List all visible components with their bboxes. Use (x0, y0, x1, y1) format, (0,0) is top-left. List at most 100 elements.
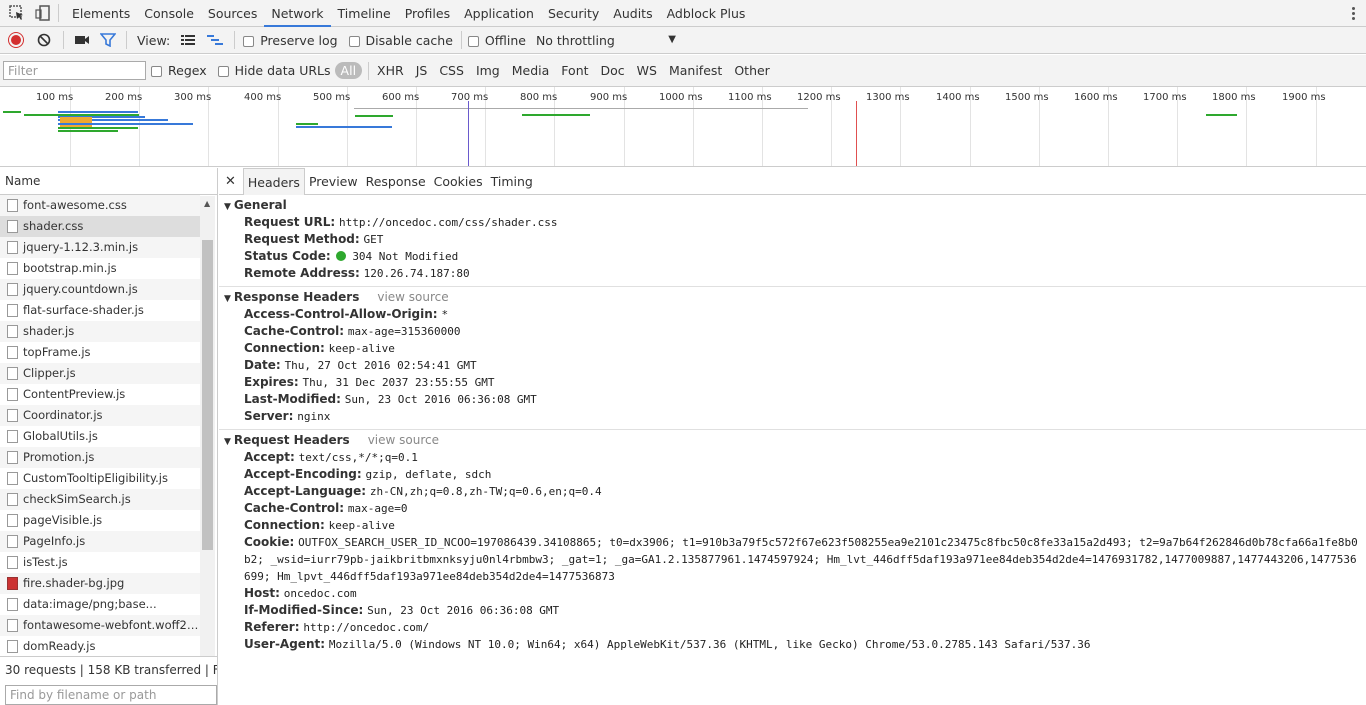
request-row[interactable]: jquery-1.12.3.min.js (0, 237, 200, 258)
find-by-filename-input[interactable]: Find by filename or path (5, 685, 217, 705)
request-row[interactable]: shader.js (0, 321, 200, 342)
filter-type-xhr[interactable]: XHR (371, 63, 410, 78)
request-row[interactable]: fontawesome-webfont.woff2?v=4... (0, 615, 200, 636)
waterfall-bar (58, 123, 193, 125)
response-headers-section: ▼ Response Headers view source Access-Cont… (219, 289, 1366, 425)
request-row[interactable]: checkSimSearch.js (0, 489, 200, 510)
request-list-scrollbar[interactable]: ▲ (200, 196, 215, 656)
filter-type-js[interactable]: JS (410, 63, 434, 78)
document-file-icon (7, 535, 18, 548)
request-row[interactable]: data:image/png;base... (0, 594, 200, 615)
tab-response[interactable]: Response (362, 168, 430, 195)
request-row[interactable]: Clipper.js (0, 363, 200, 384)
filter-type-all[interactable]: All (334, 62, 363, 79)
request-row[interactable]: domReady.js (0, 636, 200, 657)
filter-bar: Filter Regex Hide data URLs All XHR JS C… (0, 55, 1366, 87)
request-name: shader.js (23, 324, 75, 338)
tab-cookies[interactable]: Cookies (430, 168, 487, 195)
request-row[interactable]: pageVisible.js (0, 510, 200, 531)
scrollbar-thumb[interactable] (202, 240, 213, 550)
record-icon[interactable] (9, 33, 23, 47)
hide-data-urls-checkbox[interactable]: Hide data URLs (217, 63, 331, 78)
preserve-log-checkbox[interactable]: Preserve log (243, 32, 338, 48)
filter-type-media[interactable]: Media (506, 63, 556, 78)
request-row[interactable]: flat-surface-shader.js (0, 300, 200, 321)
request-row[interactable]: fire.shader-bg.jpg (0, 573, 200, 594)
header-value: zh-CN,zh;q=0.8,zh-TW;q=0.6,en;q=0.4 (369, 485, 602, 498)
request-row[interactable]: jquery.countdown.js (0, 279, 200, 300)
request-row[interactable]: topFrame.js (0, 342, 200, 363)
header-value: Thu, 27 Oct 2016 02:54:41 GMT (284, 359, 477, 372)
filter-type-doc[interactable]: Doc (595, 63, 631, 78)
offline-checkbox[interactable]: Offline (467, 33, 526, 48)
tab-preview[interactable]: Preview (305, 168, 362, 195)
request-name: isTest.js (23, 555, 68, 569)
large-rows-icon[interactable] (180, 33, 196, 47)
request-row[interactable]: PageInfo.js (0, 531, 200, 552)
preserve-log-label: Preserve log (260, 32, 338, 48)
header-value: Sun, 23 Oct 2016 06:36:08 GMT (367, 604, 560, 617)
tab-sources[interactable]: Sources (201, 0, 264, 27)
clear-icon[interactable] (37, 33, 51, 47)
waterfall-bar (58, 111, 138, 113)
document-file-icon (7, 220, 18, 233)
tab-security[interactable]: Security (541, 0, 606, 27)
filter-type-manifest[interactable]: Manifest (663, 63, 728, 78)
more-options-icon[interactable] (1352, 5, 1356, 21)
device-mode-icon[interactable] (34, 4, 52, 22)
waterfall-overview-icon[interactable] (206, 33, 224, 47)
regex-checkbox[interactable]: Regex (151, 63, 207, 78)
request-row[interactable]: font-awesome.css (0, 195, 200, 216)
close-icon[interactable]: ✕ (225, 174, 236, 189)
request-row[interactable]: shader.css (0, 216, 200, 237)
filter-type-img[interactable]: Img (470, 63, 506, 78)
tab-audits[interactable]: Audits (606, 0, 659, 27)
view-source-link[interactable]: view source (377, 290, 448, 304)
tab-console[interactable]: Console (137, 0, 201, 27)
separator (126, 31, 127, 49)
inspect-element-icon[interactable] (8, 4, 26, 22)
request-row[interactable]: ContentPreview.js (0, 384, 200, 405)
header-name: User-Agent: (244, 637, 326, 651)
document-file-icon (7, 199, 18, 212)
view-source-link[interactable]: view source (368, 433, 439, 447)
tab-timeline[interactable]: Timeline (331, 0, 398, 27)
network-overview-timeline[interactable]: 100 ms 200 ms 300 ms 400 ms 500 ms 600 ms 700 … (0, 87, 1366, 167)
header-value: OUTFOX_SEARCH_USER_ID_NCOO=197086439.341… (244, 536, 1358, 583)
timeline-tick-label: 1500 ms (1005, 92, 1049, 103)
request-row[interactable]: Promotion.js (0, 447, 200, 468)
waterfall-bar (296, 123, 318, 125)
filter-icon[interactable] (99, 33, 117, 48)
waterfall-bar (354, 108, 808, 109)
tab-elements[interactable]: Elements (65, 0, 137, 27)
filter-type-css[interactable]: CSS (433, 63, 470, 78)
filter-input[interactable]: Filter (3, 61, 146, 80)
tab-adblock-plus[interactable]: Adblock Plus (660, 0, 753, 27)
tab-profiles[interactable]: Profiles (398, 0, 457, 27)
scroll-up-arrow-icon[interactable]: ▲ (204, 199, 210, 208)
tab-network[interactable]: Network (264, 0, 331, 27)
request-row[interactable]: Coordinator.js (0, 405, 200, 426)
request-name: shader.css (23, 219, 84, 233)
throttling-select[interactable]: No throttling ▼ (536, 33, 676, 48)
request-row[interactable]: isTest.js (0, 552, 200, 573)
disable-cache-checkbox[interactable]: Disable cache (348, 33, 453, 48)
request-row[interactable]: GlobalUtils.js (0, 426, 200, 447)
request-row[interactable]: CustomTooltipEligibility.js (0, 468, 200, 489)
name-column-header[interactable]: Name (0, 168, 217, 195)
tab-headers[interactable]: Headers (242, 167, 305, 195)
filter-type-other[interactable]: Other (728, 63, 776, 78)
tab-application[interactable]: Application (457, 0, 541, 27)
request-row[interactable]: bootstrap.min.js (0, 258, 200, 279)
timeline-tick-label: 1200 ms (797, 92, 841, 103)
filter-type-ws[interactable]: WS (631, 63, 663, 78)
response-headers-header[interactable]: ▼ Response Headers view source (224, 289, 1366, 306)
request-headers-header[interactable]: ▼ Request Headers view source (224, 432, 1366, 449)
capture-screenshots-icon[interactable] (74, 33, 90, 47)
header-value: Mozilla/5.0 (Windows NT 10.0; Win64; x64… (328, 638, 1091, 651)
waterfall-bar (58, 127, 138, 129)
filter-type-font[interactable]: Font (555, 63, 594, 78)
header-row: Last-Modified: Sun, 23 Oct 2016 06:36:08… (224, 391, 1366, 408)
general-section-header[interactable]: ▼ General (224, 197, 1366, 214)
tab-timing[interactable]: Timing (487, 168, 537, 195)
